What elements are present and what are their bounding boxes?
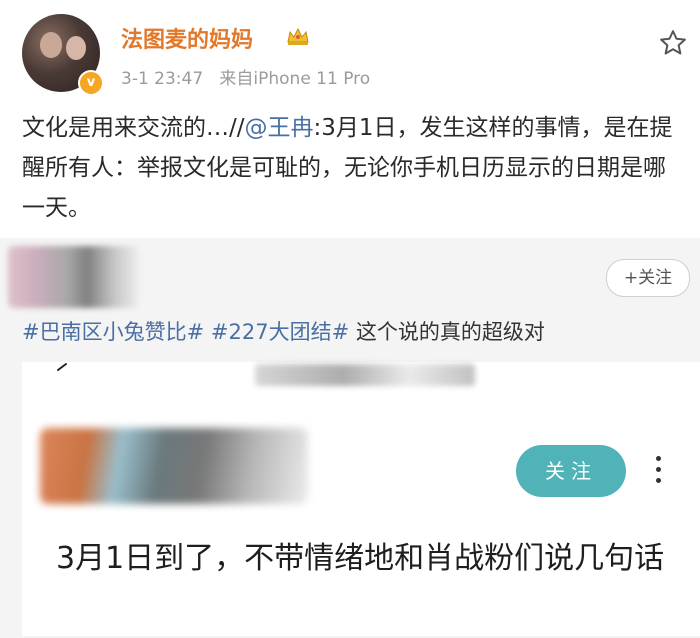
post-meta: 3-1 23:47 来自iPhone 11 Pro — [121, 64, 370, 89]
quoted-text: #巴南区小兔赞比# #227大团结# 这个说的真的超级对 — [22, 316, 545, 346]
post-time: 3-1 23:47 — [121, 69, 204, 89]
follow-button[interactable]: +关注 — [606, 259, 690, 297]
username[interactable]: 法图麦的妈妈 — [121, 22, 253, 54]
inner-post-title: 3月1日到了，不带情绪地和肖战粉们说几句话 — [56, 541, 665, 576]
back-arrow-icon — [57, 363, 67, 371]
blurred-quoted-user — [8, 246, 140, 308]
post-source: 来自iPhone 11 Pro — [219, 69, 371, 89]
post-text-before: 文化是用来交流的…// — [22, 115, 245, 141]
quoted-comment: 这个说的真的超级对 — [349, 320, 545, 344]
follow-button-teal[interactable]: 关注 — [516, 445, 626, 497]
more-vertical-icon[interactable] — [652, 456, 664, 488]
crown-icon — [287, 27, 309, 45]
verified-badge: v — [78, 70, 104, 96]
post-body: 文化是用来交流的…//@王冉:3月1日，发生这样的事情，是在提醒所有人：举报文化… — [22, 108, 682, 228]
blurred-header-text — [255, 364, 475, 386]
blurred-poster-info — [40, 428, 308, 504]
hashtag-link[interactable]: #巴南区小兔赞比# — [22, 320, 204, 344]
mention-link[interactable]: @王冉 — [245, 115, 314, 141]
star-outline-icon[interactable] — [658, 28, 688, 58]
post-header: v 法图麦的妈妈 3-1 23:47 来自iPhone 11 Pro — [0, 0, 700, 100]
hashtag-link[interactable]: #227大团结# — [211, 320, 349, 344]
